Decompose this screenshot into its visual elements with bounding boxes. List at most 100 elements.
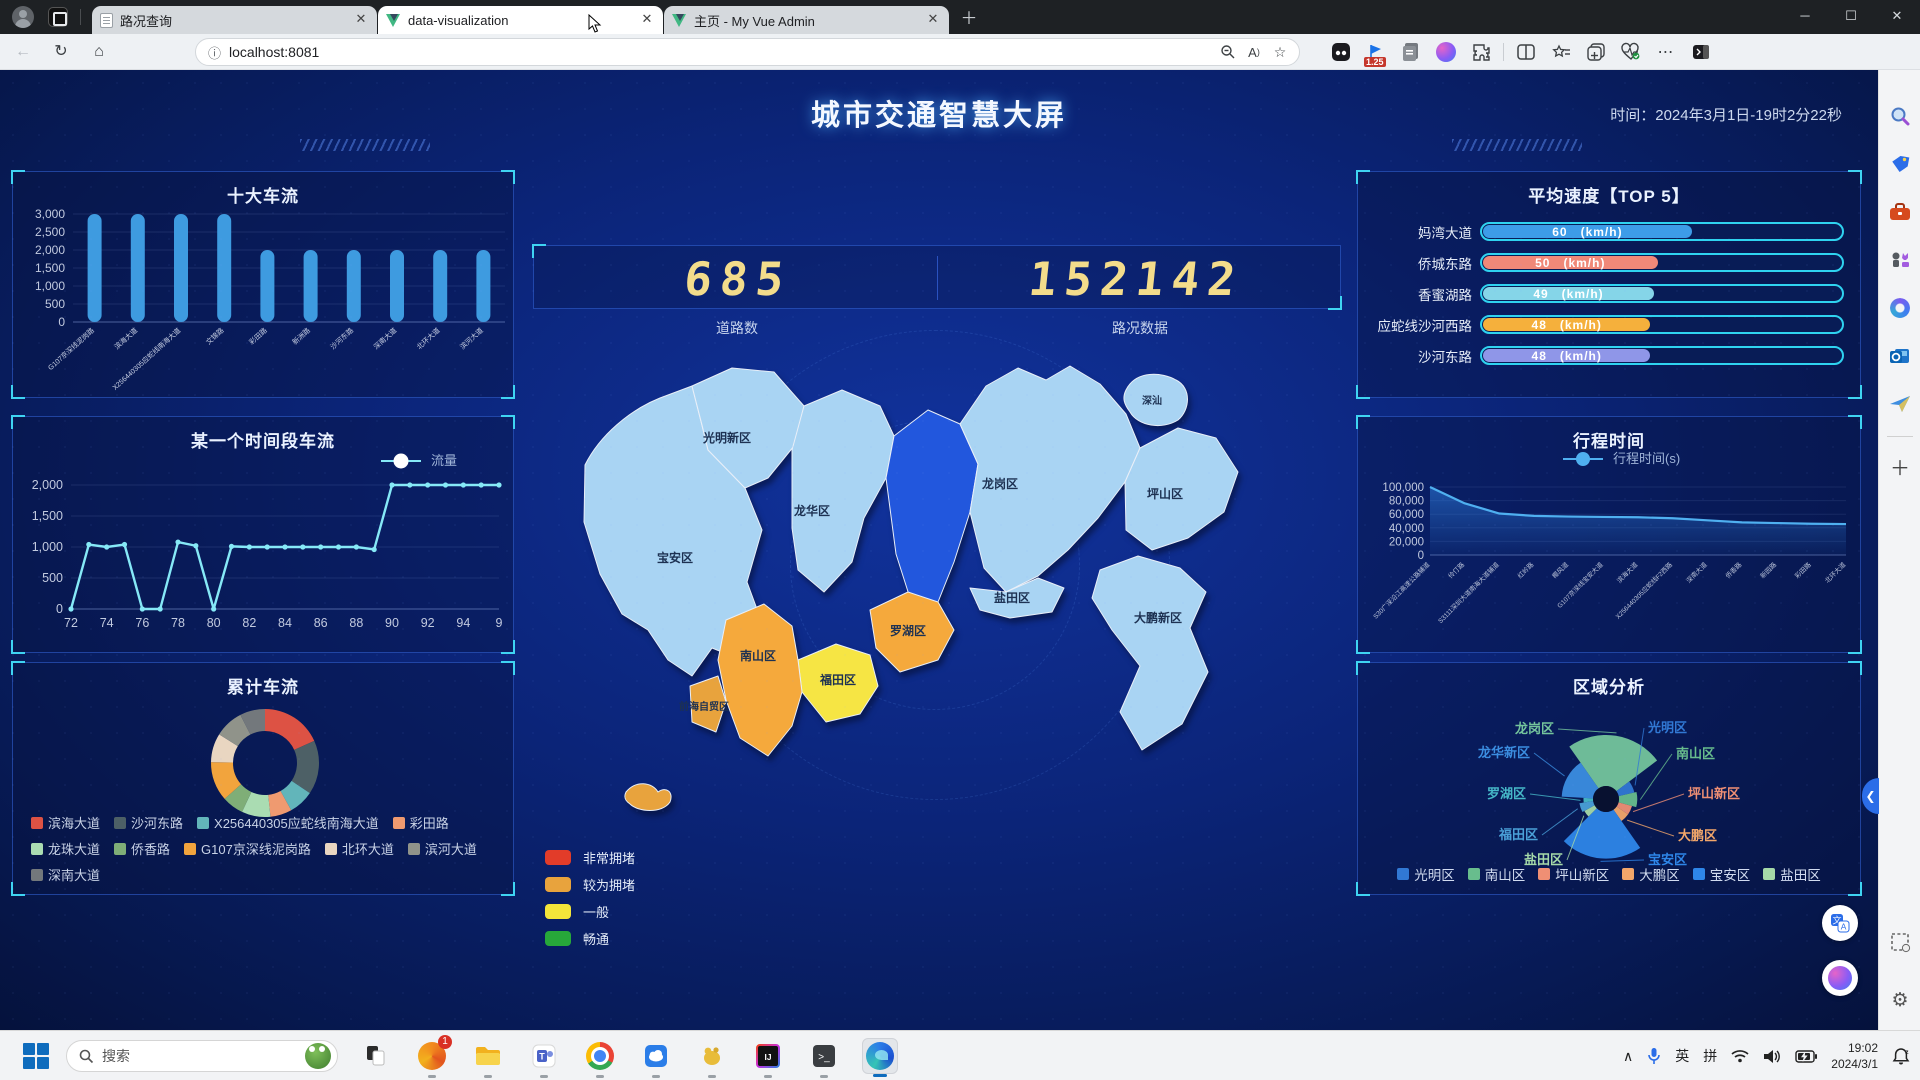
- microphone-icon[interactable]: [1647, 1047, 1661, 1065]
- teams-icon[interactable]: T: [526, 1038, 562, 1074]
- add-icon[interactable]: ＋: [1886, 452, 1914, 480]
- rose-legend[interactable]: 光明区南山区坪山新区大鹏区宝安区盐田区: [1358, 864, 1860, 884]
- tab-vue-admin[interactable]: 主页 - My Vue Admin ✕: [664, 6, 949, 34]
- split-screen-icon[interactable]: [1513, 39, 1539, 65]
- start-button[interactable]: [22, 1042, 50, 1070]
- sidebar-divider: [1887, 436, 1913, 437]
- tab-close-icon[interactable]: ✕: [925, 12, 941, 28]
- tab-close-icon[interactable]: ✕: [639, 12, 655, 28]
- translate-icon[interactable]: 文A: [1822, 905, 1858, 941]
- battery-icon[interactable]: [1795, 1050, 1817, 1063]
- browser-essentials-icon[interactable]: [1618, 39, 1644, 65]
- legend-item[interactable]: 光明区: [1397, 864, 1455, 884]
- legend-item[interactable]: 滨河大道: [408, 839, 477, 858]
- url-text[interactable]: localhost:8081: [229, 44, 1215, 60]
- cloud-drive-icon[interactable]: [638, 1038, 674, 1074]
- read-aloud-icon[interactable]: A): [1241, 40, 1267, 64]
- file-explorer-icon[interactable]: [470, 1038, 506, 1074]
- legend-item[interactable]: 大鹏区: [1622, 864, 1680, 884]
- notification-bell-icon[interactable]: z: [1892, 1047, 1910, 1065]
- search-placeholder: 搜索: [102, 1046, 305, 1066]
- taskbar-clock[interactable]: 19:02 2024/3/1: [1831, 1040, 1878, 1072]
- legend-item[interactable]: 沙河东路: [114, 813, 183, 832]
- toolbox-icon[interactable]: [1886, 198, 1914, 226]
- ai-brain-icon[interactable]: [1433, 39, 1459, 65]
- page-time: 时间：2024年3月1日-19时2分22秒: [1610, 104, 1842, 125]
- taskbar-apps: 1 T: [358, 1038, 898, 1074]
- snipping-tool-icon[interactable]: [358, 1038, 394, 1074]
- workspaces-icon[interactable]: [48, 7, 68, 27]
- profile-avatar[interactable]: [12, 6, 34, 28]
- donut-legend[interactable]: 滨海大道沙河东路 X256440305应蛇线南海大道彩田路龙珠大道侨香路 G107京…: [31, 813, 501, 884]
- lang-pinyin-indicator[interactable]: 拼: [1703, 1046, 1717, 1066]
- ai-assistant-icon[interactable]: [1822, 960, 1858, 996]
- panel-title: 某一个时间段车流: [13, 427, 513, 452]
- tab-close-icon[interactable]: ✕: [353, 12, 369, 28]
- games-icon[interactable]: [1886, 246, 1914, 274]
- taskbar-search[interactable]: 搜索: [66, 1040, 338, 1072]
- browser-orange-icon[interactable]: 1: [414, 1038, 450, 1074]
- site-info-icon[interactable]: ⓘ: [208, 43, 221, 62]
- legend-item[interactable]: 坪山新区: [1538, 864, 1609, 884]
- close-button[interactable]: ✕: [1874, 0, 1920, 34]
- svg-text:南山区: 南山区: [1676, 746, 1715, 761]
- legend-item[interactable]: 滨海大道: [31, 813, 100, 832]
- panel-title: 十大车流: [13, 182, 513, 207]
- legend-item[interactable]: 盐田区: [1763, 864, 1821, 884]
- svg-text:罗湖区: 罗湖区: [890, 623, 926, 638]
- screen-capture-icon[interactable]: [1886, 928, 1914, 956]
- speed-row: 应蛇线沙河西路48 (km/h): [1376, 313, 1844, 336]
- legend-item[interactable]: 龙珠大道: [31, 839, 100, 858]
- maximize-button[interactable]: ☐: [1828, 0, 1874, 34]
- edge-icon[interactable]: [862, 1038, 898, 1074]
- video-speed-icon[interactable]: 1.25: [1363, 39, 1389, 65]
- intellij-idea-icon[interactable]: IJ: [750, 1038, 786, 1074]
- legend-item[interactable]: X256440305应蛇线南海大道: [197, 813, 379, 832]
- wifi-icon[interactable]: [1731, 1049, 1749, 1063]
- duplicate-tab-icon[interactable]: [1583, 39, 1609, 65]
- pet-app-icon[interactable]: [694, 1038, 730, 1074]
- hidden-icons-chevron[interactable]: ∧: [1623, 1048, 1633, 1065]
- tab-traffic-query[interactable]: 路况查询 ✕: [92, 6, 377, 34]
- legend-label: 畅通: [583, 929, 609, 948]
- sidebar-toggle-icon[interactable]: [1688, 39, 1714, 65]
- address-bar[interactable]: ⓘ localhost:8081 A) ☆: [195, 38, 1300, 66]
- svg-text:94: 94: [456, 616, 470, 630]
- legend-item[interactable]: 南山区: [1468, 864, 1526, 884]
- chrome-icon[interactable]: [582, 1038, 618, 1074]
- search-icon[interactable]: [1886, 102, 1914, 130]
- refresh-icon[interactable]: ↻: [46, 38, 76, 66]
- legend-item[interactable]: 宝安区: [1693, 864, 1751, 884]
- legend-item[interactable]: 深南大道: [31, 865, 100, 884]
- home-icon[interactable]: ⌂: [84, 38, 114, 66]
- shenzhen-map[interactable]: 宝安区光明新区龙华区龙岗区坪山区盐田区大鹏新区深汕罗湖区福田区南山区前海自贸区: [540, 330, 1320, 830]
- microsoft-365-icon[interactable]: [1886, 294, 1914, 322]
- tab-data-visualization[interactable]: data-visualization ✕: [378, 6, 663, 34]
- shopping-tag-icon[interactable]: [1886, 150, 1914, 178]
- password-manager-icon[interactable]: [1328, 39, 1354, 65]
- legend-item[interactable]: 侨香路: [114, 839, 170, 858]
- extensions-puzzle-icon[interactable]: [1468, 39, 1494, 65]
- back-icon[interactable]: ←: [8, 38, 38, 66]
- reading-list-icon[interactable]: [1398, 39, 1424, 65]
- more-options-icon[interactable]: ⋯: [1653, 39, 1679, 65]
- outlook-icon[interactable]: [1886, 342, 1914, 370]
- svg-text:深南大道: 深南大道: [372, 326, 399, 351]
- send-icon[interactable]: [1886, 390, 1914, 418]
- favorite-star-icon[interactable]: ☆: [1267, 40, 1293, 64]
- legend-item[interactable]: G107京深线泥岗路: [184, 839, 311, 858]
- svg-text:龙华新区: 龙华新区: [1478, 745, 1530, 760]
- speed-row: 香蜜湖路49 (km/h): [1376, 282, 1844, 305]
- svg-text:2,500: 2,500: [35, 225, 65, 239]
- zoom-out-icon[interactable]: [1215, 40, 1241, 64]
- collections-icon[interactable]: [1548, 39, 1574, 65]
- terminal-icon[interactable]: >_: [806, 1038, 842, 1074]
- legend-item[interactable]: 彩田路: [393, 813, 449, 832]
- search-highlight-image[interactable]: [305, 1043, 331, 1069]
- legend-item[interactable]: 北环大道: [325, 839, 394, 858]
- minimize-button[interactable]: ─: [1782, 0, 1828, 34]
- lang-en-indicator[interactable]: 英: [1675, 1046, 1689, 1066]
- settings-gear-icon[interactable]: ⚙: [1886, 986, 1914, 1014]
- volume-icon[interactable]: [1763, 1049, 1781, 1064]
- new-tab-button[interactable]: ＋: [956, 6, 982, 32]
